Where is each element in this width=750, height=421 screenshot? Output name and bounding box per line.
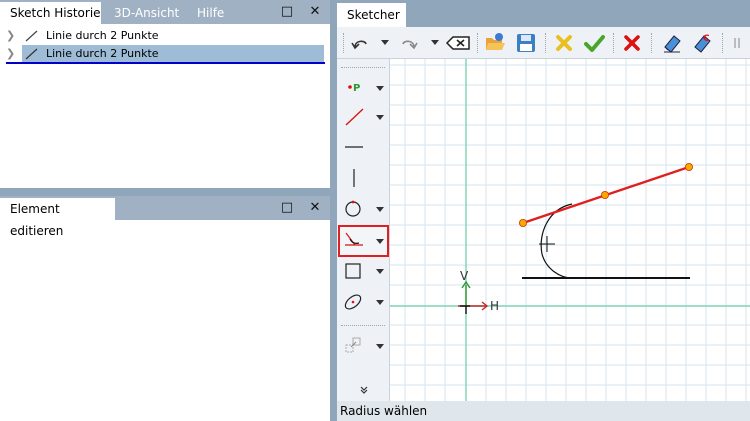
line-icon — [25, 48, 38, 60]
axis-label-v: V — [460, 269, 469, 283]
circle-icon[interactable] — [341, 197, 367, 221]
axis-label-h: H — [490, 299, 499, 313]
more-toolbar-icon[interactable] — [732, 32, 746, 54]
history-tabbar: Sketch Historie 3D-Ansicht Hilfe □ ✕ — [0, 0, 330, 24]
line-start-point[interactable] — [518, 218, 527, 227]
close-icon[interactable]: ✕ — [307, 4, 323, 20]
edit-panel: Element editieren □ ✕ — [0, 196, 330, 421]
tree-item-selected-underline — [6, 62, 325, 64]
sketch-canvas[interactable]: V H — [390, 59, 750, 401]
line-mid-point[interactable] — [600, 190, 609, 199]
toolbar-grip — [343, 33, 345, 53]
history-panel: Sketch Historie 3D-Ansicht Hilfe □ ✕ ❯ L… — [0, 0, 330, 188]
ellipse-dropdown-icon[interactable] — [376, 298, 384, 306]
confirm-checkmark-icon[interactable] — [583, 32, 605, 54]
eraser-c-icon[interactable]: C — [691, 32, 713, 54]
delete-backspace-icon[interactable] — [445, 32, 471, 54]
palette-grip — [341, 67, 385, 69]
coordinate-arrows — [458, 280, 489, 314]
save-icon[interactable] — [515, 32, 537, 54]
tab-element-editieren[interactable]: Element editieren — [0, 198, 115, 238]
line-icon — [25, 30, 38, 42]
eraser-icon[interactable] — [661, 32, 683, 54]
tree-item-label: Linie durch 2 Punkte — [46, 29, 159, 42]
svg-text:C: C — [703, 34, 710, 44]
more-tools-icon[interactable] — [359, 385, 369, 395]
toolbar-separator — [477, 33, 479, 53]
circle-dropdown-icon[interactable] — [376, 205, 384, 213]
horizontal-line-icon[interactable] — [341, 135, 367, 159]
sketcher-toolbar: C — [337, 27, 750, 59]
toolbar-separator — [651, 33, 653, 53]
tree-item[interactable]: ❯ Linie durch 2 Punkte — [0, 46, 330, 62]
sketch-tool-palette: P — [337, 59, 390, 401]
open-folder-icon[interactable] — [484, 32, 506, 54]
tab-3d-ansicht[interactable]: 3D-Ansicht — [114, 2, 179, 24]
redo-icon[interactable] — [398, 32, 420, 54]
fillet-icon[interactable] — [341, 229, 367, 253]
close-icon[interactable]: ✕ — [307, 200, 323, 216]
line-icon[interactable] — [341, 105, 367, 129]
fillet-dropdown-icon[interactable] — [376, 237, 384, 245]
toolbar-separator — [613, 33, 615, 53]
abort-red-x-icon[interactable] — [621, 32, 643, 54]
chevron-right-icon[interactable]: ❯ — [6, 28, 15, 44]
rectangle-icon[interactable] — [341, 259, 367, 283]
tree-item[interactable]: ❯ Linie durch 2 Punkte — [0, 28, 330, 44]
tree-item-label: Linie durch 2 Punkte — [46, 47, 159, 60]
edit-tabbar: Element editieren □ ✕ — [0, 196, 330, 238]
grid — [390, 59, 750, 401]
origin-axes — [390, 59, 750, 401]
svg-text:P: P — [353, 83, 360, 94]
transform-dropdown-icon[interactable] — [376, 342, 384, 350]
redo-dropdown-icon[interactable] — [431, 40, 439, 46]
rectangle-dropdown-icon[interactable] — [376, 267, 384, 275]
status-bar: Radius wählen — [337, 401, 750, 421]
line-dropdown-icon[interactable] — [376, 113, 384, 121]
chevron-right-icon[interactable]: ❯ — [6, 46, 15, 62]
sketcher-tab[interactable]: Sketcher — [337, 3, 406, 27]
ellipse-icon[interactable] — [341, 290, 367, 314]
maximize-icon[interactable]: □ — [279, 200, 295, 216]
tab-sketch-historie[interactable]: Sketch Historie — [0, 2, 101, 24]
cancel-yellow-x-icon[interactable] — [553, 32, 575, 54]
transform-icon[interactable] — [341, 333, 367, 357]
palette-separator — [341, 325, 385, 327]
tab-hilfe[interactable]: Hilfe — [197, 2, 224, 24]
line-end-point[interactable] — [684, 163, 693, 172]
undo-dropdown-icon[interactable] — [381, 40, 389, 46]
undo-icon[interactable] — [349, 32, 371, 54]
toolbar-separator — [545, 33, 547, 53]
point-icon[interactable]: P — [341, 75, 367, 99]
toolbar-separator — [722, 33, 724, 53]
point-dropdown-icon[interactable] — [376, 84, 384, 92]
maximize-icon[interactable]: □ — [279, 4, 295, 20]
vertical-line-icon[interactable] — [341, 166, 367, 190]
